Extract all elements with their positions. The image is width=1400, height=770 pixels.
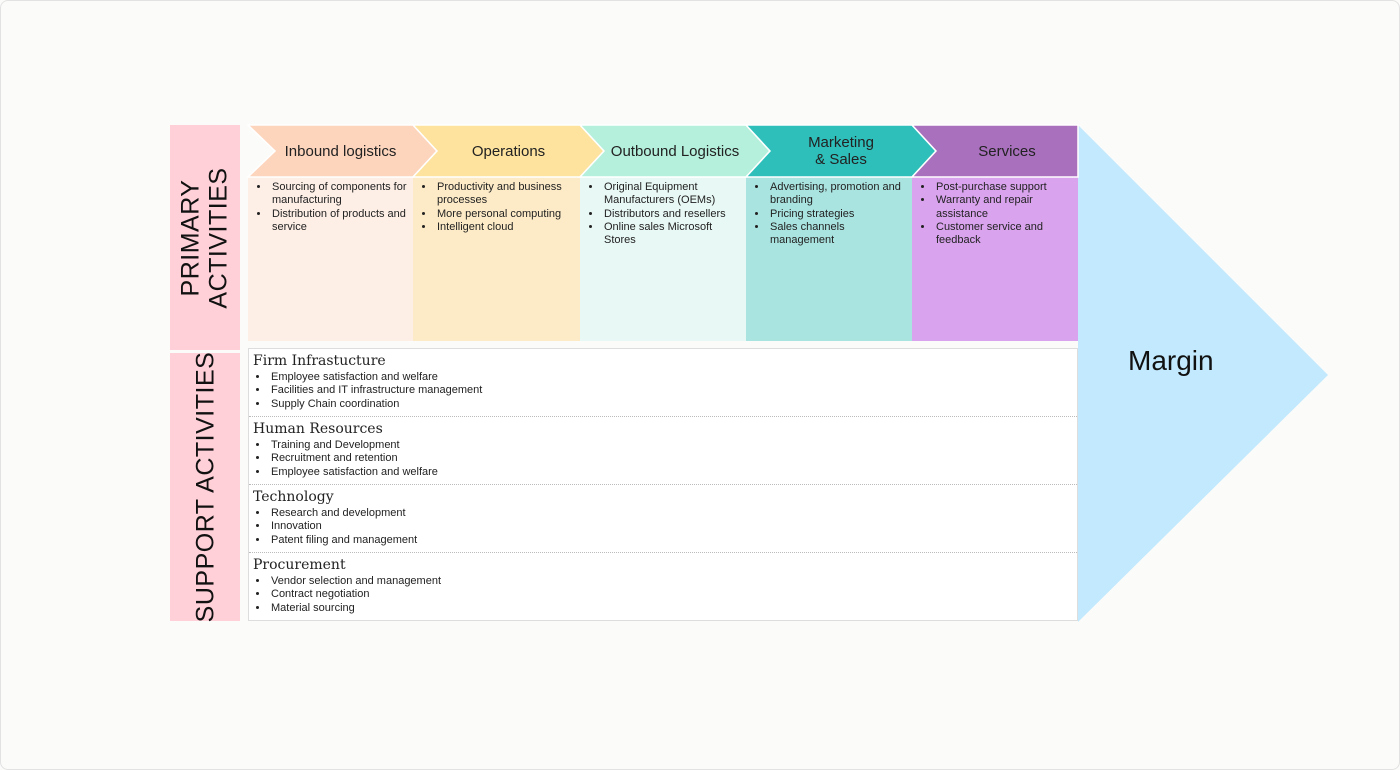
primary-column-items: Advertising, promotion and brandingPrici… bbox=[746, 177, 912, 341]
list-item: Warranty and repair assistance bbox=[934, 194, 1072, 221]
list-item: Training and Development bbox=[269, 439, 1073, 452]
list-item: Intelligent cloud bbox=[435, 221, 574, 234]
list-item: Distributors and resellers bbox=[602, 208, 740, 221]
list-item: Sourcing of components for manufacturing bbox=[270, 181, 407, 208]
support-title: Procurement bbox=[253, 557, 346, 573]
list-item: Contract negotiation bbox=[269, 588, 1073, 601]
primary-column-items: Sourcing of components for manufacturing… bbox=[248, 177, 413, 341]
primary-column-items: Original Equipment Manufacturers (OEMs)D… bbox=[580, 177, 746, 341]
margin-label: Margin bbox=[1128, 345, 1214, 376]
primary-title: Inbound logistics bbox=[284, 142, 397, 160]
support-title: Human Resources bbox=[253, 421, 383, 437]
list-item: Innovation bbox=[269, 520, 1073, 533]
support-row: Human Resources Training and DevelopmentR… bbox=[249, 417, 1077, 485]
support-activities: Firm Infrastucture Employee satisfaction … bbox=[248, 348, 1078, 621]
list-item: Supply Chain coordination bbox=[269, 398, 1073, 411]
list-item: Sales channels management bbox=[768, 221, 906, 248]
primary-title: Outbound Logistics bbox=[610, 142, 740, 160]
support-row: Technology Research and developmentInnova… bbox=[249, 485, 1077, 553]
list-item: More personal computing bbox=[435, 208, 574, 221]
support-title: Firm Infrastucture bbox=[253, 353, 386, 369]
list-item: Distribution of products and service bbox=[270, 208, 407, 235]
list-item: Patent filing and management bbox=[269, 534, 1073, 547]
primary-column-items: Productivity and business processesMore … bbox=[413, 177, 580, 341]
primary-column-items: Post-purchase supportWarranty and repair… bbox=[912, 177, 1078, 341]
support-title: Technology bbox=[253, 489, 334, 505]
primary-title: Operations bbox=[471, 142, 546, 160]
list-item: Employee satisfaction and welfare bbox=[269, 371, 1073, 384]
list-item: Employee satisfaction and welfare bbox=[269, 466, 1073, 479]
list-item: Facilities and IT infrastructure managem… bbox=[269, 384, 1073, 397]
support-row: Procurement Vendor selection and manageme… bbox=[249, 553, 1077, 621]
list-item: Material sourcing bbox=[269, 602, 1073, 615]
list-item: Customer service and feedback bbox=[934, 221, 1072, 248]
list-item: Recruitment and retention bbox=[269, 452, 1073, 465]
list-item: Productivity and business processes bbox=[435, 181, 574, 208]
list-item: Vendor selection and management bbox=[269, 575, 1073, 588]
primary-title: Marketing & Sales bbox=[808, 134, 874, 168]
primary-title: Services bbox=[978, 142, 1036, 160]
list-item: Online sales Microsoft Stores bbox=[602, 221, 740, 248]
list-item: Pricing strategies bbox=[768, 208, 906, 221]
list-item: Advertising, promotion and branding bbox=[768, 181, 906, 208]
list-item: Post-purchase support bbox=[934, 181, 1072, 194]
support-row: Firm Infrastucture Employee satisfaction … bbox=[249, 349, 1077, 417]
list-item: Original Equipment Manufacturers (OEMs) bbox=[602, 181, 740, 208]
list-item: Research and development bbox=[269, 507, 1073, 520]
